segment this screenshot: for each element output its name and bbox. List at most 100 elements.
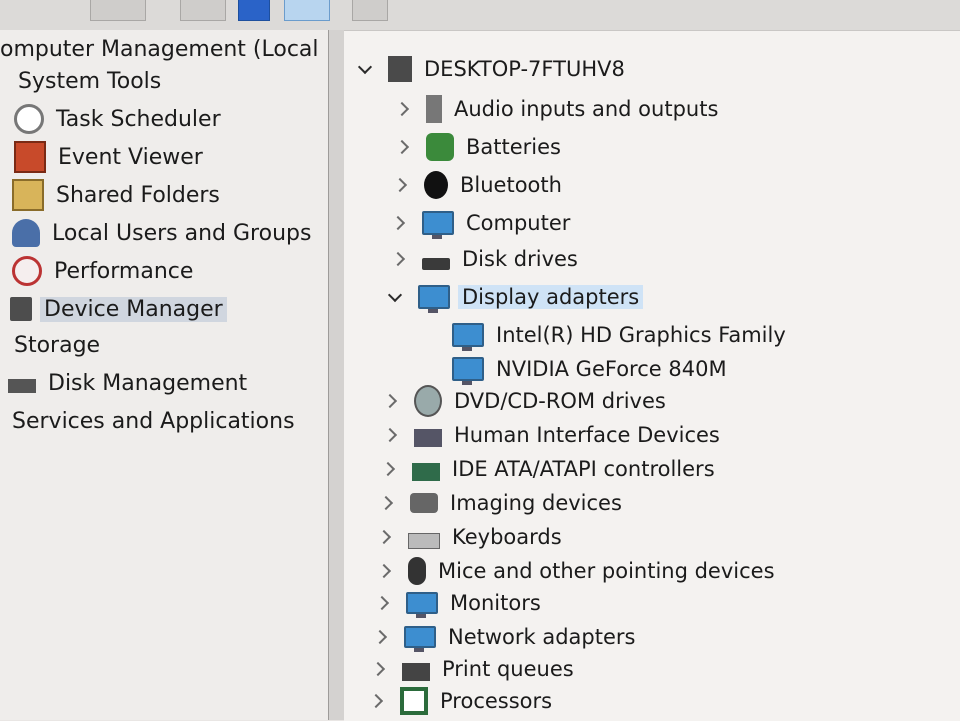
disk-icon xyxy=(8,379,36,393)
chevron-right-icon[interactable] xyxy=(382,462,396,476)
toolbar-button[interactable] xyxy=(180,0,226,21)
device-label: Intel(R) HD Graphics Family xyxy=(496,323,786,347)
category-batteries[interactable]: Batteries xyxy=(396,131,565,163)
category-processors[interactable]: Processors xyxy=(370,685,556,717)
help-button[interactable] xyxy=(238,0,270,21)
category-label: Keyboards xyxy=(452,525,562,549)
category-label: IDE ATA/ATAPI controllers xyxy=(452,457,715,481)
tree-item-local-users[interactable]: Local Users and Groups xyxy=(12,216,315,250)
performance-icon xyxy=(12,256,42,286)
computer-button[interactable] xyxy=(352,0,388,21)
chevron-right-icon[interactable] xyxy=(380,496,394,510)
category-bluetooth[interactable]: Bluetooth xyxy=(394,169,566,201)
tree-item-storage[interactable]: Storage xyxy=(10,328,104,362)
tree-item-disk-management[interactable]: Disk Management xyxy=(8,366,251,400)
shared-folder-icon xyxy=(12,179,44,211)
category-label: Mice and other pointing devices xyxy=(438,559,775,583)
chevron-down-icon[interactable] xyxy=(388,290,402,304)
monitor-icon xyxy=(422,211,454,239)
category-label: Bluetooth xyxy=(460,173,562,197)
chevron-right-icon[interactable] xyxy=(374,630,388,644)
tree-item-label: Shared Folders xyxy=(56,182,220,208)
chevron-right-icon[interactable] xyxy=(384,428,398,442)
device-nvidia-geforce[interactable]: NVIDIA GeForce 840M xyxy=(452,353,731,385)
chevron-right-icon[interactable] xyxy=(372,662,386,676)
device-label: NVIDIA GeForce 840M xyxy=(496,357,727,381)
category-label: DVD/CD-ROM drives xyxy=(454,389,666,413)
network-icon xyxy=(404,626,436,652)
category-label: Computer xyxy=(466,211,571,235)
tree-item-event-viewer[interactable]: Event Viewer xyxy=(14,140,207,174)
printer-icon xyxy=(402,663,430,681)
mouse-icon xyxy=(408,557,426,585)
category-label: Human Interface Devices xyxy=(454,423,720,447)
chevron-down-icon[interactable] xyxy=(358,62,372,76)
category-mice[interactable]: Mice and other pointing devices xyxy=(378,555,779,587)
chevron-right-icon[interactable] xyxy=(378,530,392,544)
device-manager-icon xyxy=(10,297,32,321)
chevron-right-icon[interactable] xyxy=(384,394,398,408)
clock-icon xyxy=(14,104,44,134)
tree-item-label: Storage xyxy=(14,332,101,358)
tree-item-shared-folders[interactable]: Shared Folders xyxy=(12,178,224,212)
chevron-right-icon[interactable] xyxy=(396,140,410,154)
battery-icon xyxy=(426,133,454,161)
category-imaging[interactable]: Imaging devices xyxy=(380,487,626,519)
camera-icon xyxy=(410,493,438,513)
category-hid[interactable]: Human Interface Devices xyxy=(384,419,724,451)
chevron-right-icon[interactable] xyxy=(392,252,406,266)
processor-icon xyxy=(400,687,428,715)
tree-item-label: Local Users and Groups xyxy=(52,220,312,246)
chevron-right-icon[interactable] xyxy=(392,216,406,230)
users-icon xyxy=(12,219,40,247)
monitor-icon xyxy=(406,592,438,618)
category-monitors[interactable]: Monitors xyxy=(376,587,545,619)
category-label: Network adapters xyxy=(448,625,636,649)
tree-root-label: omputer Management (Local xyxy=(0,36,319,62)
device-intel-hd-graphics[interactable]: Intel(R) HD Graphics Family xyxy=(452,319,790,351)
category-label: Audio inputs and outputs xyxy=(454,97,719,121)
category-label: Imaging devices xyxy=(450,491,622,515)
chevron-right-icon[interactable] xyxy=(394,178,408,192)
category-audio[interactable]: Audio inputs and outputs xyxy=(396,93,722,125)
tree-item-label: Task Scheduler xyxy=(56,106,221,132)
tree-item-services[interactable]: Services and Applications xyxy=(8,404,299,438)
category-keyboards[interactable]: Keyboards xyxy=(378,521,566,553)
chevron-right-icon[interactable] xyxy=(378,564,392,578)
hid-icon xyxy=(414,429,442,447)
category-display-adapters[interactable]: Display adapters xyxy=(388,281,644,313)
category-print-queues[interactable]: Print queues xyxy=(372,653,578,685)
toolbar xyxy=(0,0,960,31)
category-label: Print queues xyxy=(442,657,574,681)
tree-item-device-manager[interactable]: Device Manager xyxy=(10,292,227,326)
ide-controller-icon xyxy=(412,463,440,481)
category-label: Disk drives xyxy=(462,247,578,271)
category-disk-drives[interactable]: Disk drives xyxy=(392,243,582,275)
tree-item-task-scheduler[interactable]: Task Scheduler xyxy=(14,102,225,136)
tree-root[interactable]: omputer Management (Local xyxy=(0,32,323,66)
category-computer[interactable]: Computer xyxy=(392,207,574,239)
chevron-right-icon[interactable] xyxy=(376,596,390,610)
event-log-icon xyxy=(14,141,46,173)
chevron-right-icon[interactable] xyxy=(396,102,410,116)
computer-node[interactable]: DESKTOP-7FTUHV8 xyxy=(358,53,629,85)
disk-drive-icon xyxy=(422,258,450,270)
speaker-icon xyxy=(426,95,442,123)
category-label: Processors xyxy=(440,689,553,713)
display-adapter-icon xyxy=(418,285,450,313)
device-tree: DESKTOP-7FTUHV8 Audio inputs and outputs… xyxy=(344,30,960,721)
tree-item-performance[interactable]: Performance xyxy=(12,254,197,288)
category-dvd[interactable]: DVD/CD-ROM drives xyxy=(384,385,670,417)
category-label: Monitors xyxy=(450,591,541,615)
show-hide-pane-button[interactable] xyxy=(284,0,330,21)
tree-item-system-tools[interactable]: System Tools xyxy=(14,64,165,98)
keyboard-icon xyxy=(408,533,440,549)
toolbar-button[interactable] xyxy=(90,0,146,21)
category-network[interactable]: Network adapters xyxy=(374,621,639,653)
tree-item-label: Disk Management xyxy=(48,370,248,396)
chevron-right-icon[interactable] xyxy=(370,694,384,708)
category-ide[interactable]: IDE ATA/ATAPI controllers xyxy=(382,453,719,485)
category-label: Batteries xyxy=(466,135,561,159)
console-tree: omputer Management (Local System Tools T… xyxy=(0,30,328,720)
tree-item-label: Device Manager xyxy=(40,296,227,322)
